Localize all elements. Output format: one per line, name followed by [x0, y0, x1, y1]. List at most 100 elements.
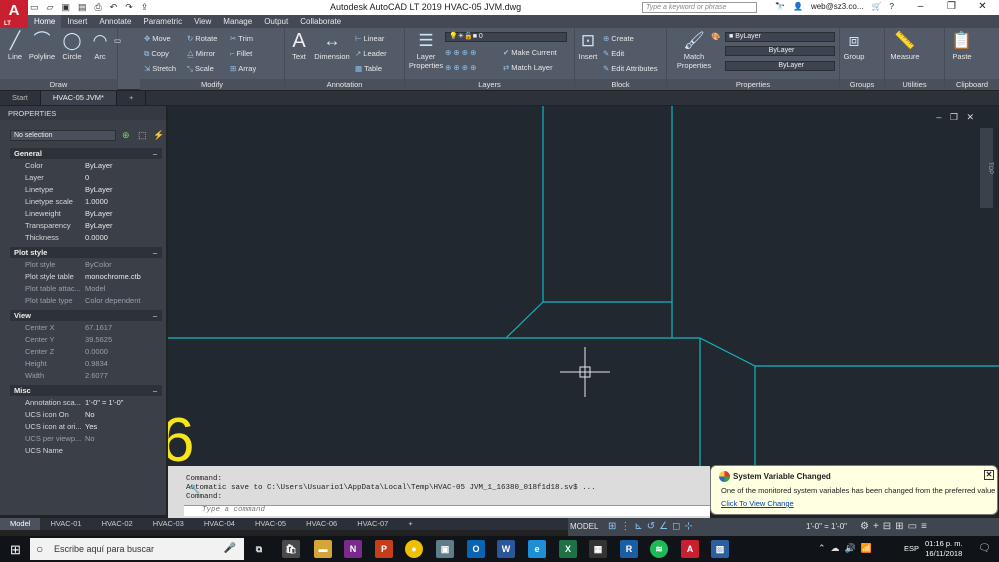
section-header[interactable]: Misc –: [10, 385, 162, 396]
selection-dropdown[interactable]: No selection: [10, 130, 116, 141]
section-header[interactable]: General –: [10, 148, 162, 159]
property-row[interactable]: Layer 0: [10, 172, 162, 184]
tab-manage[interactable]: Manage: [217, 15, 258, 28]
toggle-pickadd-icon[interactable]: ⊕: [122, 130, 130, 141]
table-button[interactable]: ▦ Table: [355, 64, 382, 73]
layer-tools-row-2[interactable]: ⊕ ⊕ ⊕ ⊕: [445, 63, 476, 72]
layout-tab[interactable]: HVAC-03: [143, 518, 194, 530]
property-row[interactable]: Linetype scale 1.0000: [10, 196, 162, 208]
store-icon[interactable]: 🛒: [872, 2, 882, 11]
property-row[interactable]: Lineweight ByLayer: [10, 208, 162, 220]
file-explorer-icon[interactable]: ▬: [314, 540, 332, 558]
properties-panel-title[interactable]: Properties: [667, 79, 839, 90]
property-row[interactable]: UCS per viewp... No: [10, 433, 162, 445]
color-dropdown[interactable]: ■ ByLayer: [725, 32, 835, 42]
chrome-icon[interactable]: ●: [405, 540, 423, 558]
block-panel-title[interactable]: Block: [575, 79, 666, 90]
spotify-icon[interactable]: ≋: [650, 540, 668, 558]
new-tab-icon[interactable]: +: [117, 91, 147, 105]
maximize-button[interactable]: ❐: [936, 0, 967, 14]
notification-center-icon[interactable]: 🗨: [978, 543, 991, 554]
property-row[interactable]: Annotation sca... 1'-0" = 1'-0": [10, 397, 162, 409]
property-row[interactable]: UCS Name: [10, 445, 162, 457]
status-tray-icons[interactable]: ⚙+⊟⊞▭≡: [860, 521, 931, 532]
collapse-icon[interactable]: –: [153, 385, 157, 396]
move-button[interactable]: ✥ Move: [144, 34, 171, 43]
system-tray-icons[interactable]: ⌃☁🔊📶: [818, 543, 877, 554]
draw-panel-title[interactable]: Draw: [0, 79, 117, 90]
copy-button[interactable]: ⧉ Copy: [144, 49, 169, 59]
undo-icon[interactable]: ↶: [110, 2, 118, 13]
linetype-dropdown[interactable]: ByLayer: [725, 46, 835, 56]
array-button[interactable]: ⊞ Array: [230, 64, 256, 73]
edit-attributes-button[interactable]: ✎ Edit Attributes: [603, 64, 658, 73]
quick-select-icon[interactable]: ⚡: [153, 130, 164, 141]
property-row[interactable]: Height 0.9834: [10, 358, 162, 370]
arc-tool[interactable]: ◠ Arc: [88, 32, 112, 62]
fillet-button[interactable]: ⌐ Fillet: [230, 49, 252, 58]
taskbar-clock[interactable]: 01:16 p. m. 16/11/2018: [925, 539, 963, 559]
drafting-toggle-icons[interactable]: ⊞⋮⊾↺∠◻⊹: [608, 521, 697, 532]
property-row[interactable]: UCS icon at ori... Yes: [10, 421, 162, 433]
tab-home[interactable]: Home: [28, 15, 62, 28]
scale-button[interactable]: ⤡ Scale: [187, 64, 214, 74]
binoculars-icon[interactable]: 🔭: [775, 2, 785, 11]
mirror-button[interactable]: ⧋ Mirror: [187, 49, 215, 59]
property-row[interactable]: Center Y 39.5625: [10, 334, 162, 346]
linear-button[interactable]: ⊢ Linear: [355, 34, 384, 43]
collapse-icon[interactable]: –: [153, 310, 157, 321]
measure-tool[interactable]: 📏 Measure: [889, 32, 921, 62]
autocad-taskbar-icon[interactable]: A: [681, 540, 699, 558]
layer-dropdown[interactable]: 💡☀🔓■ 0: [445, 32, 567, 42]
circle-tool[interactable]: ◯ Circle: [60, 32, 84, 62]
make-current-button[interactable]: ✔ Make Current: [503, 48, 557, 57]
annotation-panel-title[interactable]: Annotation: [285, 79, 404, 90]
word-icon[interactable]: W: [497, 540, 515, 558]
plot-icon[interactable]: ⎙: [94, 2, 101, 13]
collapse-icon[interactable]: –: [153, 247, 157, 258]
close-button[interactable]: ✕: [967, 0, 998, 14]
annotation-scale[interactable]: 1'-0" = 1'-0": [806, 522, 847, 531]
powerpoint-icon[interactable]: P: [375, 540, 393, 558]
calculator-icon[interactable]: ▦: [589, 540, 607, 558]
redo-icon[interactable]: ↷: [125, 2, 133, 13]
task-view-icon[interactable]: ⧉: [250, 540, 268, 558]
trim-button[interactable]: ✂ Trim: [230, 34, 253, 43]
select-objects-icon[interactable]: ⬚: [138, 130, 147, 141]
utilities-panel-title[interactable]: Utilities: [885, 79, 944, 90]
layout-tab[interactable]: HVAC-07: [347, 518, 398, 530]
insert-tool[interactable]: ⊡ Insert: [577, 32, 599, 62]
language-indicator[interactable]: ESP: [904, 544, 919, 553]
command-input[interactable]: Type a command: [184, 505, 710, 516]
view-change-link[interactable]: Click To View Change: [721, 499, 794, 508]
match-layer-button[interactable]: ⇄ Match Layer: [503, 63, 553, 72]
wrench-icon[interactable]: 🔧: [171, 486, 200, 495]
layout-tab[interactable]: HVAC-04: [194, 518, 245, 530]
open-icon[interactable]: ▱: [47, 2, 54, 13]
property-row[interactable]: Center X 67.1617: [10, 322, 162, 334]
layout-tab[interactable]: HVAC-01: [40, 518, 91, 530]
tab-insert[interactable]: Insert: [61, 15, 93, 28]
text-tool[interactable]: A Text: [288, 31, 310, 61]
tab-parametric[interactable]: Parametric: [137, 15, 188, 28]
property-row[interactable]: Plot table attac... Model: [10, 283, 162, 295]
dimension-tool[interactable]: ↔ Dimension: [313, 32, 351, 62]
tab-collaborate[interactable]: Collaborate: [294, 15, 347, 28]
app-icon[interactable]: ▣: [436, 540, 454, 558]
help-search-input[interactable]: Type a keyword or phrase: [642, 2, 757, 13]
polyline-tool[interactable]: ⌒ Polyline: [27, 32, 57, 62]
application-menu-button[interactable]: A LT: [0, 0, 28, 28]
rectangle-icon[interactable]: ▭: [114, 36, 121, 45]
property-row[interactable]: Thickness 0.0000: [10, 232, 162, 244]
group-tool[interactable]: ⧈ Group: [842, 32, 866, 62]
user-name[interactable]: web@sz3.co...: [811, 2, 864, 11]
microphone-icon[interactable]: 🎤: [224, 538, 236, 560]
edit-block-button[interactable]: ✎ Edit: [603, 49, 624, 58]
section-header[interactable]: View –: [10, 310, 162, 321]
drawing-canvas[interactable]: 6 – ❐ ✕ TOP: [168, 106, 999, 466]
clipboard-panel-title[interactable]: Clipboard: [945, 79, 999, 90]
lineweight-dropdown[interactable]: ByLayer: [725, 61, 835, 71]
create-block-button[interactable]: ⊕ Create: [603, 34, 634, 43]
layout-tab-model[interactable]: Model: [0, 518, 41, 530]
tab-annotate[interactable]: Annotate: [93, 15, 137, 28]
